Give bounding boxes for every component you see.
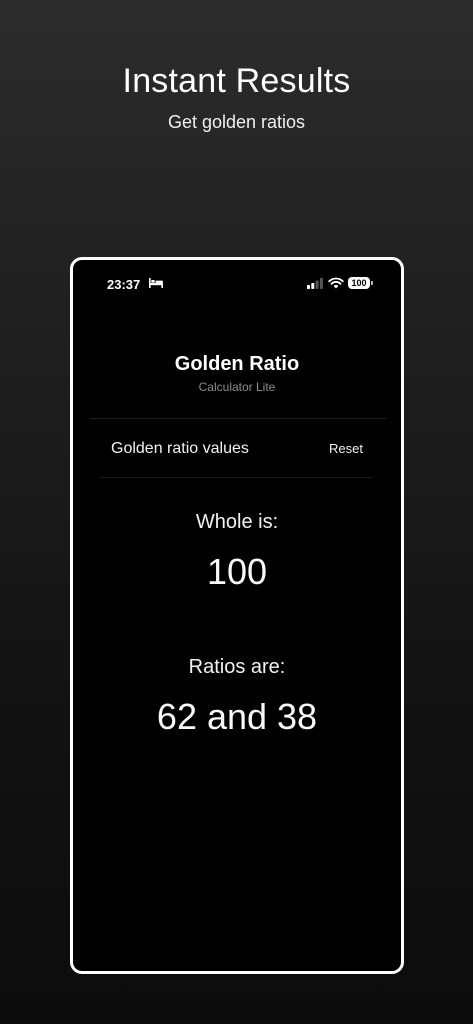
cellular-signal-icon (307, 278, 323, 289)
phone-frame: 23:37 100 Golden Ratio Calculator Lite G… (70, 257, 404, 974)
section-divider (101, 477, 373, 478)
app-title: Golden Ratio (174, 353, 300, 375)
section-label: Golden ratio values (111, 440, 249, 457)
whole-value: 100 (206, 551, 268, 592)
reset-button[interactable]: Reset (329, 441, 363, 456)
bed-icon (149, 278, 163, 288)
wifi-icon (328, 277, 344, 289)
status-bar: 23:37 100 (73, 274, 401, 294)
whole-label: Whole is: (195, 511, 279, 533)
promo-subline: Get golden ratios (167, 112, 306, 132)
status-time: 23:37 (107, 277, 141, 292)
promo-headline: Instant Results (122, 62, 351, 100)
battery-icon: 100 (348, 277, 373, 289)
ratios-label: Ratios are: (188, 656, 286, 678)
ratios-value: 62 and 38 (156, 696, 318, 737)
header-divider (90, 418, 386, 419)
app-subtitle: Calculator Lite (198, 380, 276, 394)
